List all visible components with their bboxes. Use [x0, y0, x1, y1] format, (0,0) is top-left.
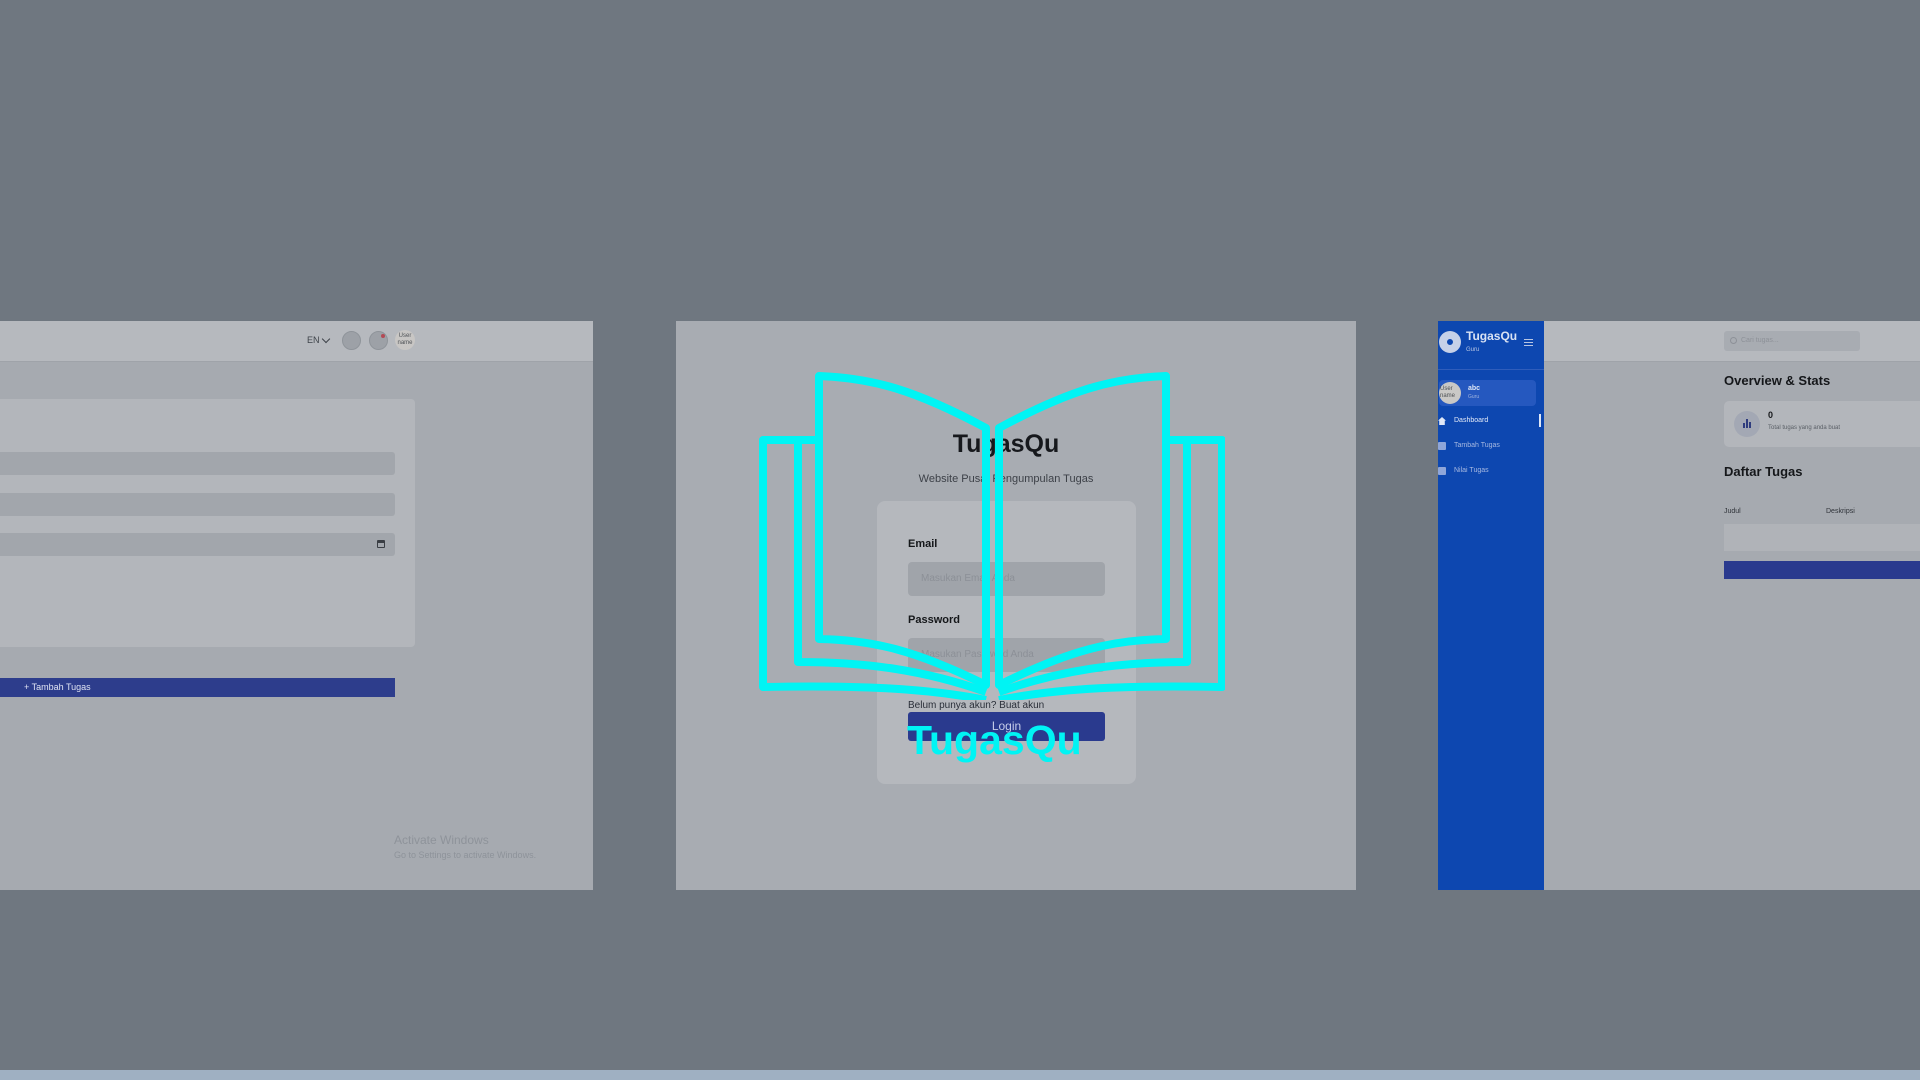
sidebar-item-label: Tambah Tugas — [1454, 442, 1500, 449]
column-header-judul: Judul — [1724, 508, 1741, 515]
avatar: User name — [1439, 382, 1461, 404]
deadline-field[interactable] — [0, 533, 395, 556]
book-left-inner — [794, 436, 988, 696]
table-row[interactable] — [1724, 524, 1920, 551]
watermark-subtitle: Go to Settings to activate Windows. — [394, 850, 537, 860]
user-role: Guru — [1468, 394, 1480, 400]
grade-icon — [1438, 467, 1446, 475]
window-preview-add-task[interactable]: EN User name + Tambah Tugas Activate Win… — [0, 321, 593, 890]
sidebar-item-tambah-tugas[interactable]: Tambah Tugas — [1438, 439, 1544, 453]
watermark-title: Activate Windows — [394, 833, 489, 847]
top-bar: EN User name — [0, 321, 593, 362]
register-link[interactable]: Belum punya akun? Buat akun — [908, 700, 1044, 711]
stat-card: 0 Total tugas yang anda buat — [1724, 401, 1920, 447]
search-icon — [1730, 337, 1737, 344]
user-name: abc — [1468, 385, 1481, 392]
open-book-icon — [759, 372, 1225, 700]
stat-value: 0 — [1768, 410, 1774, 420]
language-label: EN — [307, 335, 320, 345]
title-field[interactable] — [0, 452, 395, 475]
sidebar-user-card[interactable]: User name abc Guru — [1439, 380, 1536, 406]
chevron-down-icon — [321, 334, 330, 343]
add-task-button[interactable]: + Tambah Tugas — [0, 678, 395, 697]
book-right-inner — [997, 436, 1191, 696]
active-indicator — [1539, 414, 1541, 427]
window-preview-dashboard[interactable]: TugasQu Guru User name abc Guru Dashboar… — [1438, 321, 1920, 890]
search-input[interactable]: Cari tugas... — [1724, 331, 1860, 351]
stat-label: Total tugas yang anda buat — [1768, 425, 1841, 431]
sidebar-item-dashboard[interactable]: Dashboard — [1438, 414, 1544, 428]
activate-windows-watermark: Activate Windows Go to Settings to activ… — [394, 833, 536, 860]
calendar-icon[interactable] — [377, 540, 385, 548]
sidebar-title: TugasQu — [1466, 329, 1518, 343]
app-logo-icon — [1439, 331, 1461, 353]
book-right-page — [995, 372, 1170, 689]
table-action-button[interactable] — [1724, 561, 1920, 579]
home-icon — [1438, 417, 1446, 425]
overview-heading: Overview & Stats — [1724, 373, 1831, 388]
column-header-deskripsi: Deskripsi — [1826, 508, 1855, 515]
task-list-heading: Daftar Tugas — [1724, 464, 1803, 479]
book-left-page — [815, 372, 990, 689]
menu-collapse-icon[interactable] — [1524, 339, 1533, 346]
notification-dot — [381, 334, 385, 338]
calendar-icon — [1438, 442, 1446, 450]
logo-wordmark: TugasQu — [907, 717, 1082, 763]
taskbar-strip — [0, 1070, 1920, 1080]
notification-icon[interactable] — [369, 331, 388, 350]
sidebar-item-label: Dashboard — [1454, 417, 1489, 424]
sidebar-role: Guru — [1466, 347, 1480, 353]
sidebar-item-nilai-tugas[interactable]: Nilai Tugas — [1438, 464, 1544, 478]
add-task-form: + Tambah Tugas — [0, 399, 415, 697]
sidebar-item-label: Nilai Tugas — [1454, 467, 1489, 474]
sidebar-divider — [1438, 369, 1544, 370]
avatar[interactable]: User name — [395, 330, 415, 350]
theme-toggle-icon[interactable] — [342, 331, 361, 350]
sidebar: TugasQu Guru User name abc Guru Dashboar… — [1438, 321, 1544, 890]
description-field[interactable] — [0, 493, 395, 516]
bar-chart-icon — [1734, 411, 1760, 437]
language-selector[interactable]: EN — [307, 334, 330, 345]
